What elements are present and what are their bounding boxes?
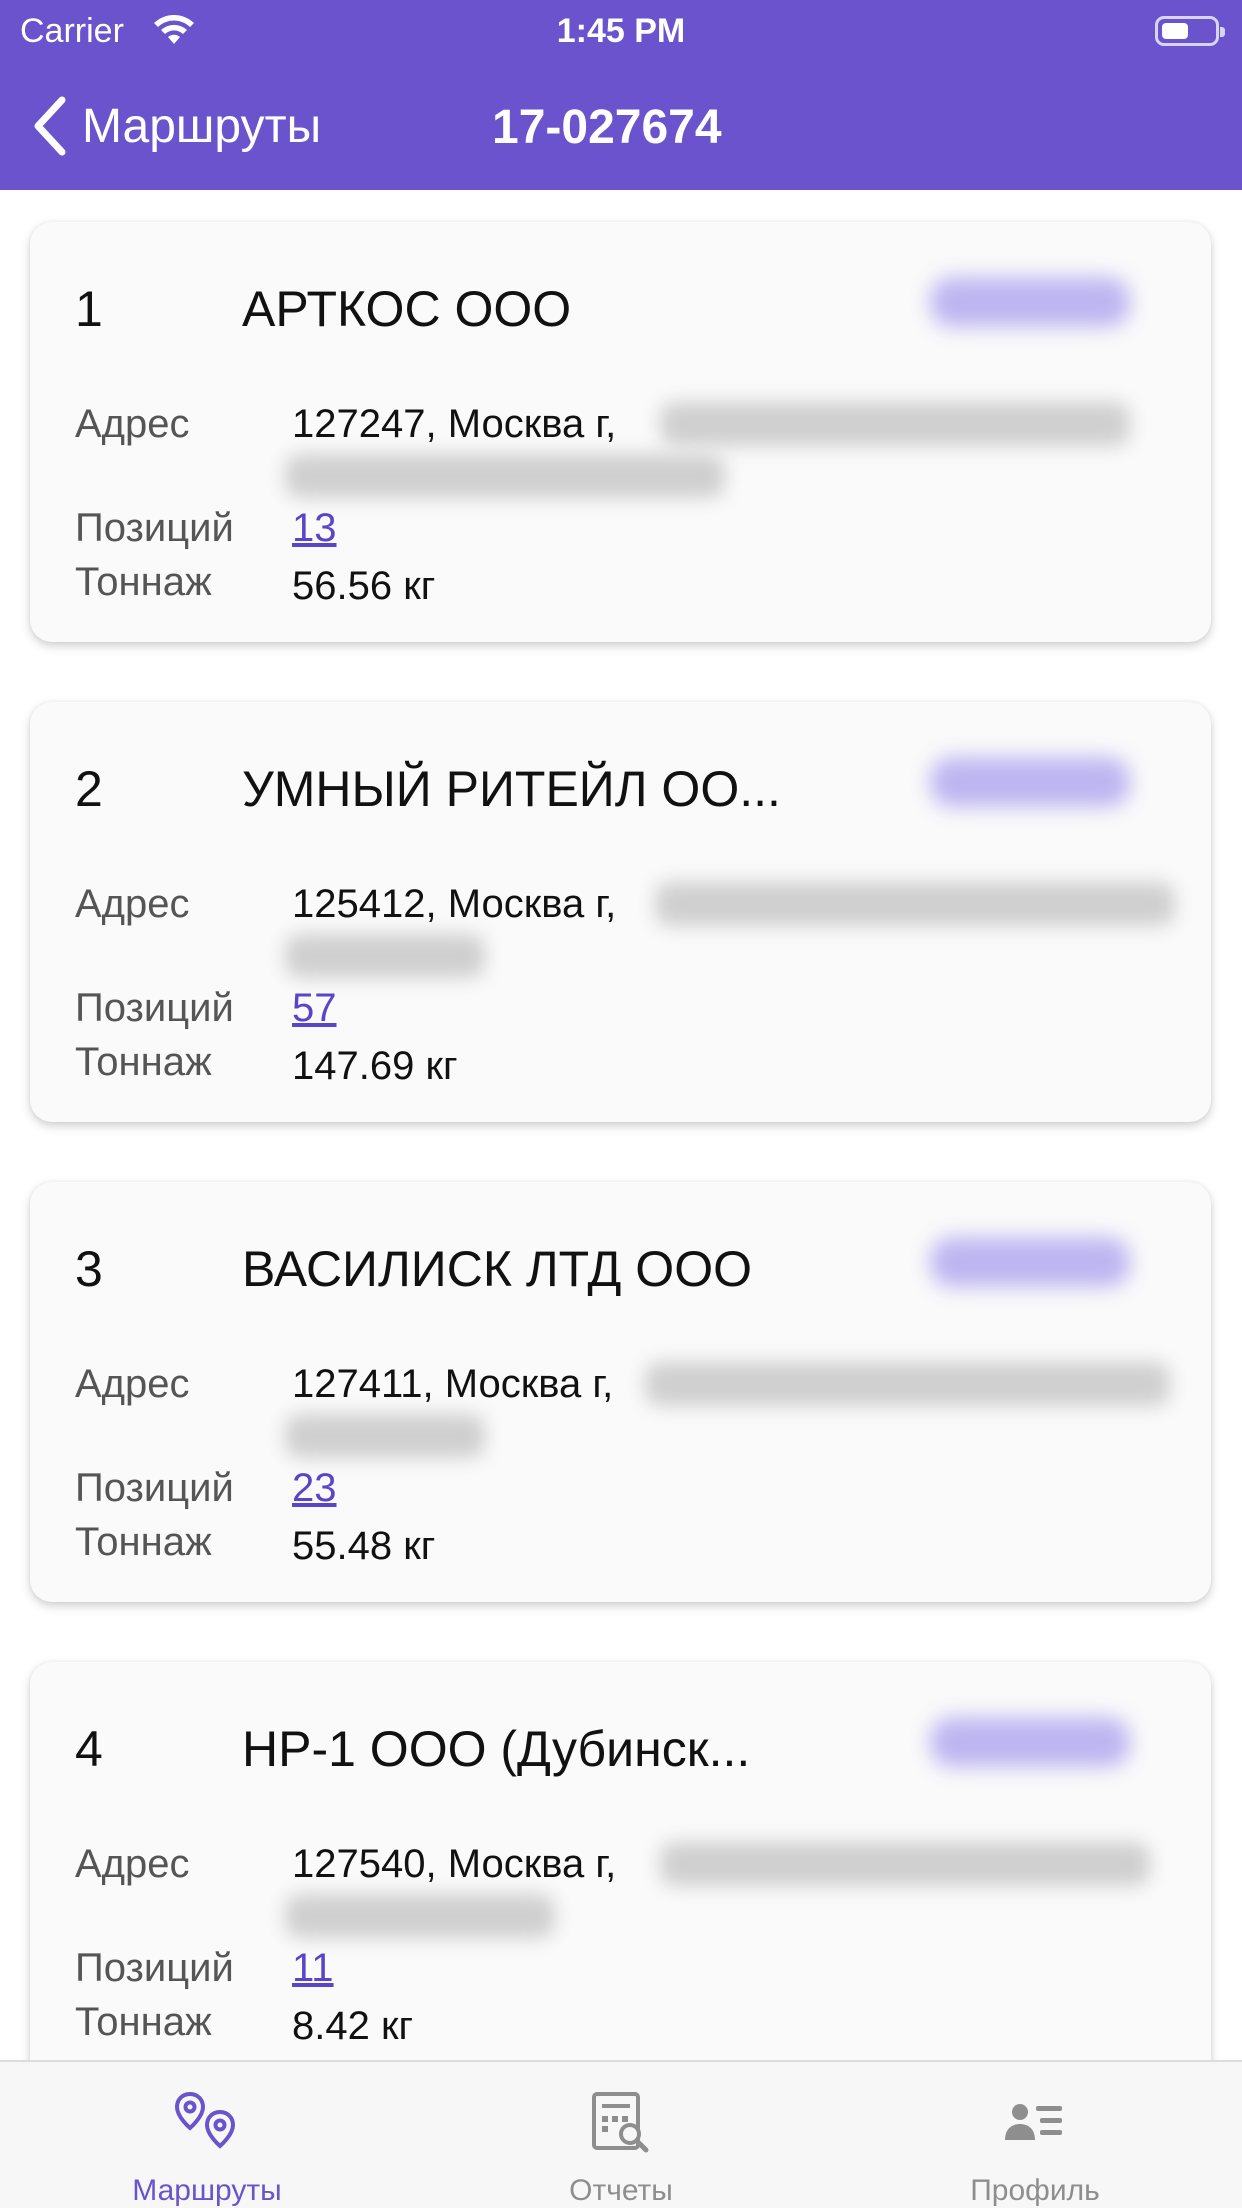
route-stop-card[interactable]: 2 УМНЫЙ РИТЕЙЛ ОО... Адрес 125412, Москв… xyxy=(30,702,1211,1122)
stop-number: 2 xyxy=(75,761,103,817)
positions-label: Позиций xyxy=(75,986,234,1030)
report-icon xyxy=(592,2092,649,2153)
stop-tonnage: 147.69 кг xyxy=(292,1044,458,1088)
stop-status-badge xyxy=(930,277,1130,327)
app: Carrier 1:45 PM Маршруты 17-027674 1 АРТ… xyxy=(0,0,1242,2208)
stop-client-name: ВАСИЛИСК ЛТД ООО xyxy=(242,1241,752,1297)
address-label: Адрес xyxy=(75,1362,190,1406)
positions-link[interactable]: 23 xyxy=(292,1466,337,1511)
positions-label: Позиций xyxy=(75,1466,234,1510)
stop-number: 3 xyxy=(75,1241,103,1297)
tonnage-label: Тоннаж xyxy=(75,560,212,604)
stop-status-badge xyxy=(930,757,1130,807)
redacted-address xyxy=(660,1842,1150,1886)
stop-number: 1 xyxy=(75,281,103,337)
tab-label: Отчеты xyxy=(569,2174,673,2207)
positions-link[interactable]: 11 xyxy=(292,1946,334,1991)
route-pins-icon xyxy=(174,2091,236,2149)
stop-client-name: АРТКОС ООО xyxy=(242,281,572,337)
battery-icon xyxy=(1155,16,1225,46)
redacted-address xyxy=(655,882,1175,926)
stop-client-name: НР-1 ООО (Дубинск... xyxy=(242,1721,751,1777)
nav-bar: Маршруты 17-027674 xyxy=(0,62,1242,190)
tab-routes[interactable]: Маршруты xyxy=(0,2062,414,2208)
profile-icon xyxy=(1005,2104,1062,2140)
status-bar: Carrier 1:45 PM xyxy=(0,0,1242,62)
route-stop-card[interactable]: 3 ВАСИЛИСК ЛТД ООО Адрес 127411, Москва … xyxy=(30,1182,1211,1602)
back-label: Маршруты xyxy=(82,99,322,153)
positions-link[interactable]: 57 xyxy=(292,986,337,1031)
tonnage-label: Тоннаж xyxy=(75,1520,212,1564)
tab-reports[interactable]: Отчеты xyxy=(414,2062,828,2208)
positions-label: Позиций xyxy=(75,506,234,550)
redacted-address xyxy=(285,934,485,978)
tab-label: Профиль xyxy=(970,2174,1100,2207)
stop-tonnage: 8.42 кг xyxy=(292,2004,414,2048)
route-stop-card[interactable]: 4 НР-1 ООО (Дубинск... Адрес 127540, Мос… xyxy=(30,1662,1211,2060)
tab-profile[interactable]: Профиль xyxy=(828,2062,1242,2208)
route-stop-list[interactable]: 1 АРТКОС ООО Адрес 127247, Москва г, Поз… xyxy=(0,190,1242,2060)
redacted-address xyxy=(660,402,1130,446)
redacted-address xyxy=(285,454,725,498)
stop-client-name: УМНЫЙ РИТЕЙЛ ОО... xyxy=(242,761,781,817)
stop-address: 127411, Москва г, xyxy=(292,1362,614,1406)
route-stop-card[interactable]: 1 АРТКОС ООО Адрес 127247, Москва г, Поз… xyxy=(30,222,1211,642)
stop-status-badge xyxy=(930,1717,1130,1767)
clock: 1:45 PM xyxy=(556,12,686,50)
stop-address: 127247, Москва г, xyxy=(292,402,617,446)
stop-status-badge xyxy=(930,1237,1130,1287)
address-label: Адрес xyxy=(75,402,190,446)
redacted-address xyxy=(285,1894,555,1938)
positions-link[interactable]: 13 xyxy=(292,506,337,551)
stop-address: 127540, Москва г, xyxy=(292,1842,617,1886)
stop-tonnage: 55.48 кг xyxy=(292,1524,436,1568)
address-label: Адрес xyxy=(75,882,190,926)
redacted-address xyxy=(285,1414,485,1458)
redacted-address xyxy=(645,1362,1170,1406)
tab-label: Маршруты xyxy=(132,2174,282,2207)
tonnage-label: Тоннаж xyxy=(75,2000,212,2044)
stop-address: 125412, Москва г, xyxy=(292,882,617,926)
tonnage-label: Тоннаж xyxy=(75,1040,212,1084)
tab-bar: Маршруты Отчеты Профиль xyxy=(0,2060,1242,2208)
page-title: 17-027674 xyxy=(492,101,722,154)
address-label: Адрес xyxy=(75,1842,190,1886)
positions-label: Позиций xyxy=(75,1946,234,1990)
stop-number: 4 xyxy=(75,1721,103,1777)
chevron-left-icon xyxy=(34,96,66,156)
stop-tonnage: 56.56 кг xyxy=(292,564,436,608)
header: Carrier 1:45 PM Маршруты 17-027674 xyxy=(0,0,1242,190)
back-button[interactable]: Маршруты xyxy=(30,90,321,162)
